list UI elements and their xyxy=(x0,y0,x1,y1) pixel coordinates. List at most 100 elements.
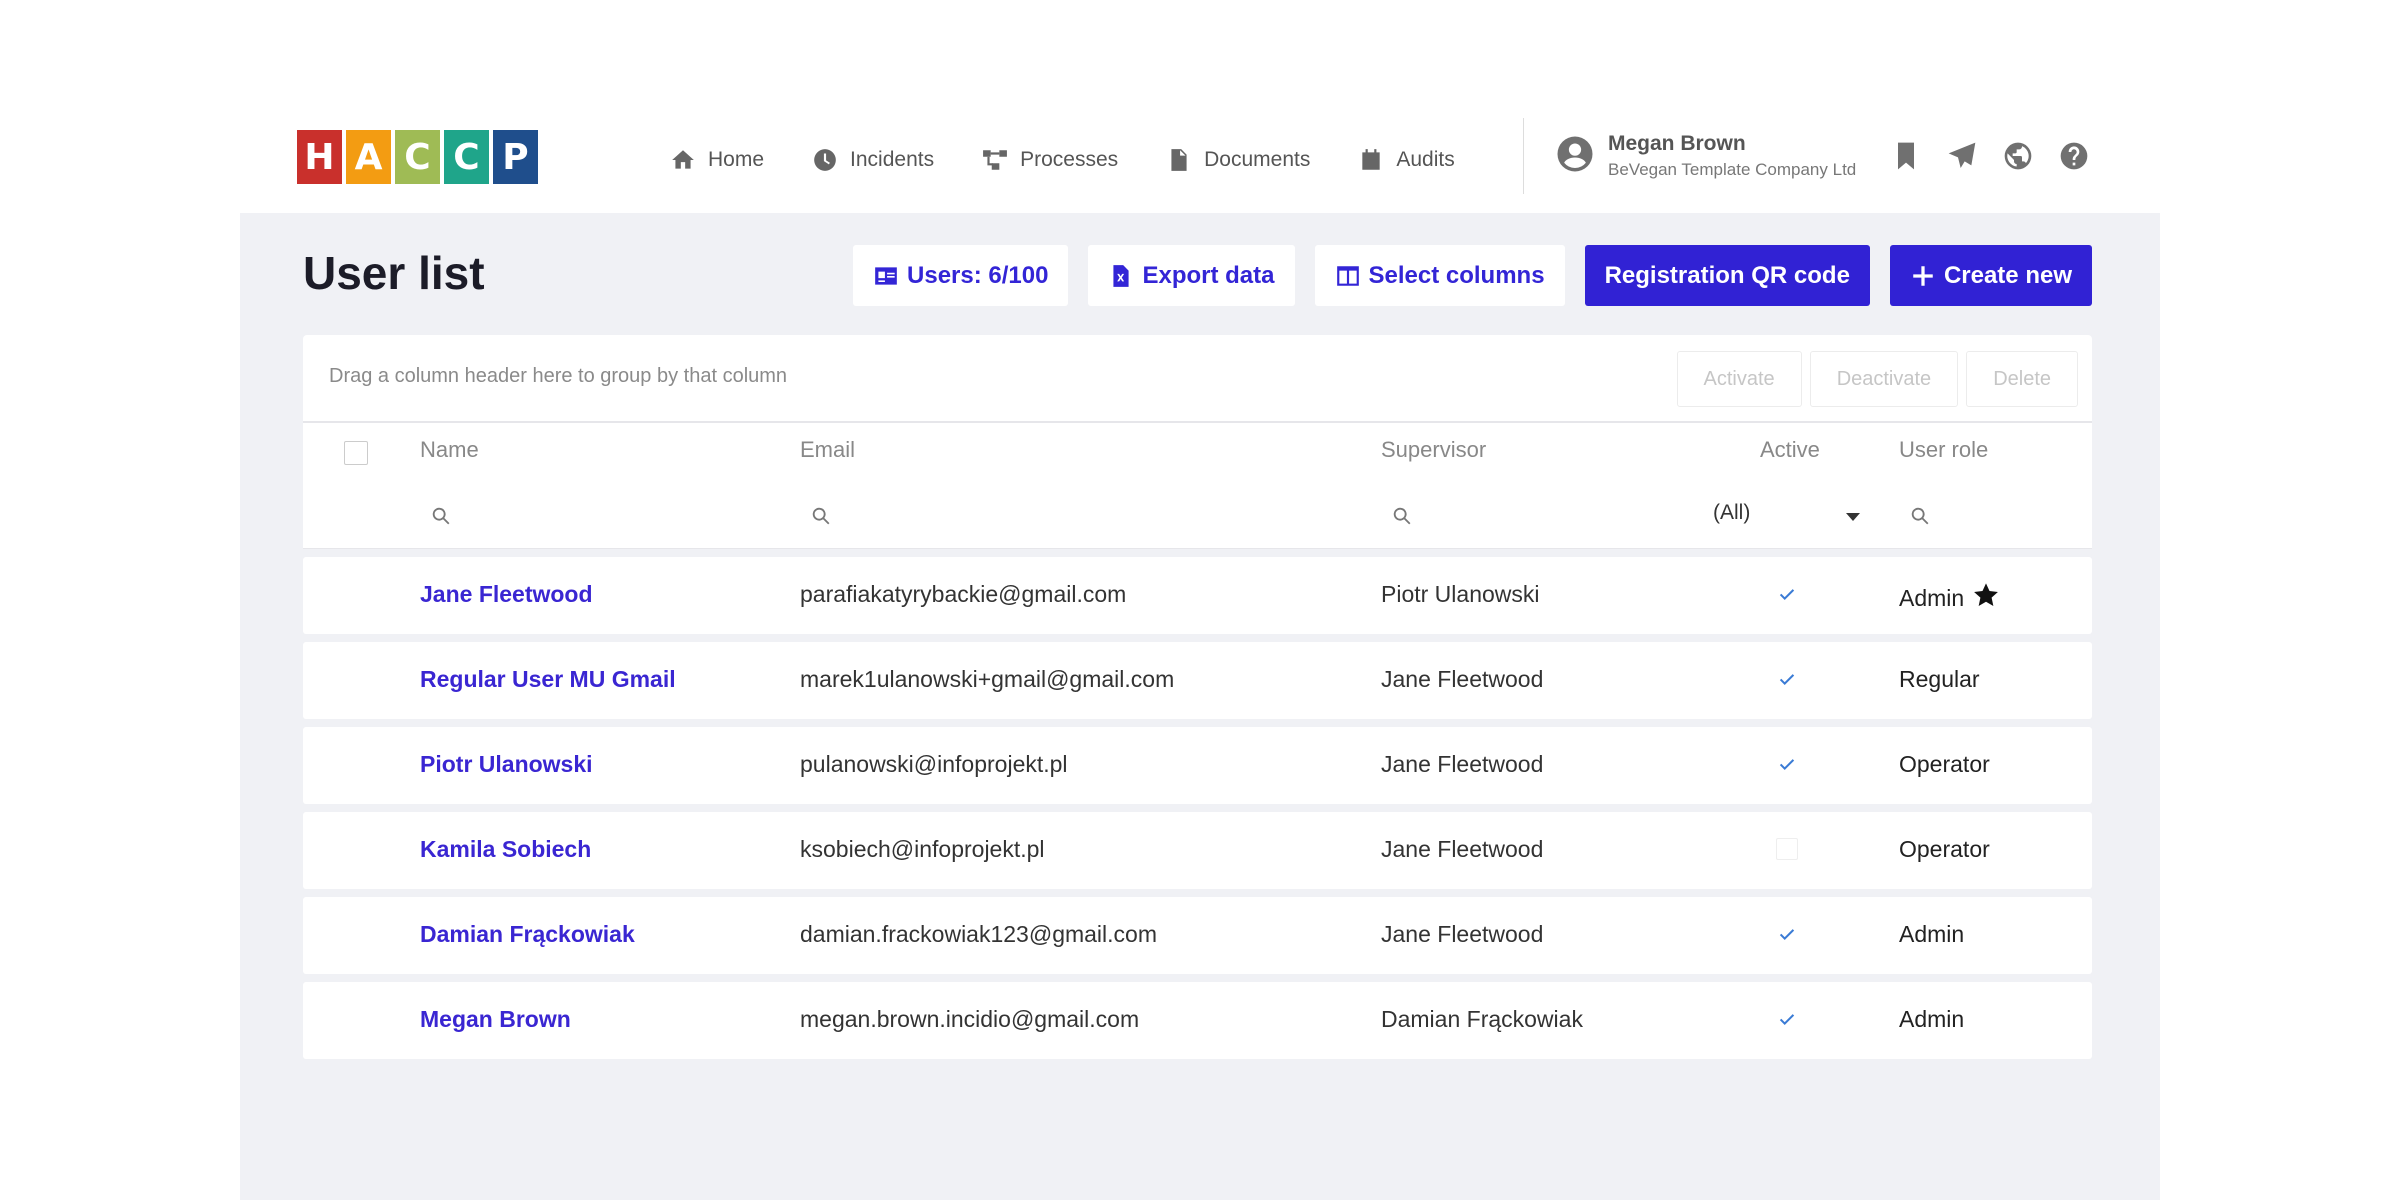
table-row[interactable]: Jane Fleetwood parafiakatyrybackie@gmail… xyxy=(303,557,2092,634)
nav-label: Audits xyxy=(1396,148,1455,171)
page-toolbar: Users: 6/100 Export data Select columns … xyxy=(853,245,2092,306)
group-hint: Drag a column header here to group by th… xyxy=(329,365,788,387)
user-name-link[interactable]: Megan Brown xyxy=(420,1006,571,1033)
user-role-label: Admin xyxy=(1899,584,1965,611)
nav-item-documents[interactable]: Documents xyxy=(1166,147,1310,173)
logo-tile: P xyxy=(493,130,538,184)
table-row[interactable]: Piotr Ulanowski pulanowski@infoprojekt.p… xyxy=(303,727,2092,804)
content-panel: User list Users: 6/100 Export data Selec… xyxy=(240,213,2160,1200)
user-supervisor: Piotr Ulanowski xyxy=(1381,581,1540,607)
active-check-icon xyxy=(1776,1008,1798,1030)
user-role-label: Regular xyxy=(1899,666,1980,692)
select-columns-label: Select columns xyxy=(1368,261,1545,289)
user-role-label: Admin xyxy=(1899,921,1965,947)
user-name-link[interactable]: Piotr Ulanowski xyxy=(420,751,593,778)
plus-icon xyxy=(1913,265,1933,286)
home-icon xyxy=(672,150,694,169)
active-check-icon xyxy=(1776,668,1798,690)
table-row[interactable]: Kamila Sobiech ksobiech@infoprojekt.pl J… xyxy=(303,812,2092,889)
column-header-role[interactable]: User role xyxy=(1899,437,1988,463)
chevron-down-icon[interactable] xyxy=(1846,513,1860,521)
user-email: ksobiech@infoprojekt.pl xyxy=(800,836,1045,862)
nav-item-home[interactable]: Home xyxy=(670,147,764,173)
table-row[interactable]: Damian Frąckowiak damian.frackowiak123@g… xyxy=(303,897,2092,974)
nav-label: Incidents xyxy=(850,148,935,171)
export-data-button[interactable]: Export data xyxy=(1088,245,1295,306)
user-supervisor: Jane Fleetwood xyxy=(1381,666,1544,692)
group-panel[interactable]: Drag a column header here to group by th… xyxy=(303,335,2092,423)
star-icon xyxy=(1972,581,2000,615)
nav-item-incidents[interactable]: Incidents xyxy=(812,147,934,173)
user-role: Operator xyxy=(1899,751,1990,778)
user-supervisor: Jane Fleetwood xyxy=(1381,921,1544,947)
column-header-active[interactable]: Active xyxy=(1760,437,1820,463)
users-count-button[interactable]: Users: 6/100 xyxy=(853,245,1069,306)
column-header-name[interactable]: Name xyxy=(420,437,479,463)
activate-button[interactable]: Activate xyxy=(1676,351,1802,407)
user-role: Admin xyxy=(1899,581,2000,615)
excel-file-icon xyxy=(1113,264,1130,287)
process-icon xyxy=(983,150,1008,170)
table-row[interactable]: Megan Brown megan.brown.incidio@gmail.co… xyxy=(303,982,2092,1059)
user-company: BeVegan Template Company Ltd xyxy=(1608,160,1857,179)
user-menu[interactable]: Megan Brown BeVegan Template Company Ltd xyxy=(1554,132,1856,180)
logo-tile: A xyxy=(346,130,391,184)
user-name-link[interactable]: Regular User MU Gmail xyxy=(420,666,676,693)
table-row[interactable]: Regular User MU Gmail marek1ulanowski+gm… xyxy=(303,642,2092,719)
nav-item-audits[interactable]: Audits xyxy=(1358,147,1455,173)
user-email: parafiakatyrybackie@gmail.com xyxy=(800,581,1127,607)
bookmark-icon[interactable] xyxy=(1890,140,1922,172)
clock-icon xyxy=(814,149,836,171)
deactivate-button[interactable]: Deactivate xyxy=(1809,351,1959,407)
select-columns-button[interactable]: Select columns xyxy=(1314,245,1565,306)
logo-tile: C xyxy=(395,130,440,184)
user-info: Megan Brown BeVegan Template Company Ltd xyxy=(1608,132,1856,180)
inactive-checkbox xyxy=(1776,838,1798,860)
haccp-logo[interactable]: H A C C P xyxy=(297,130,538,184)
user-name-link[interactable]: Damian Frąckowiak xyxy=(420,921,635,948)
active-check-icon xyxy=(1776,583,1798,605)
user-role-label: Operator xyxy=(1899,836,1990,862)
help-icon[interactable] xyxy=(2058,140,2090,172)
document-icon xyxy=(1171,149,1187,171)
avatar xyxy=(1554,133,1596,180)
user-role-label: Admin xyxy=(1899,1006,1965,1032)
export-data-label: Export data xyxy=(1142,261,1275,289)
create-new-button[interactable]: Create new xyxy=(1889,245,2092,306)
supervisor-filter-search-icon[interactable] xyxy=(1391,505,1413,527)
bulk-actions: Activate Deactivate Delete xyxy=(1676,351,2078,407)
paper-plane-icon[interactable] xyxy=(1946,140,1978,172)
globe-icon[interactable] xyxy=(2002,140,2034,172)
user-role-label: Operator xyxy=(1899,751,1990,777)
user-grid: Drag a column header here to group by th… xyxy=(303,335,2092,1059)
id-card-icon xyxy=(875,266,897,285)
role-filter-search-icon[interactable] xyxy=(1909,505,1931,527)
column-header-email[interactable]: Email xyxy=(800,437,855,463)
user-role: Admin xyxy=(1899,1006,1964,1033)
nav-label: Documents xyxy=(1204,148,1311,171)
registration-qr-button[interactable]: Registration QR code xyxy=(1584,245,1870,306)
user-email: damian.frackowiak123@gmail.com xyxy=(800,921,1157,947)
user-name-link[interactable]: Kamila Sobiech xyxy=(420,836,591,863)
user-role: Regular xyxy=(1899,666,1980,693)
nav-divider xyxy=(1523,118,1524,194)
user-circle-icon xyxy=(1557,136,1593,171)
users-count-label: Users: 6/100 xyxy=(907,261,1049,289)
column-header-supervisor[interactable]: Supervisor xyxy=(1381,437,1486,463)
select-all-checkbox[interactable] xyxy=(344,441,368,465)
user-name-link[interactable]: Jane Fleetwood xyxy=(420,581,593,608)
name-filter-search-icon[interactable] xyxy=(430,505,452,527)
user-role: Admin xyxy=(1899,921,1964,948)
delete-button[interactable]: Delete xyxy=(1966,351,2078,407)
email-filter-search-icon[interactable] xyxy=(810,505,832,527)
user-email: megan.brown.incidio@gmail.com xyxy=(800,1006,1140,1032)
nav-label: Processes xyxy=(1020,148,1119,171)
nav-item-processes[interactable]: Processes xyxy=(982,147,1118,173)
top-navigation: H A C C P Home Incidents Processes Docum… xyxy=(240,118,2160,214)
nav-label: Home xyxy=(708,148,765,171)
grid-header: Name Email Supervisor Active User role (… xyxy=(303,423,2092,549)
main-nav: Home Incidents Processes Documents Audit… xyxy=(670,140,1503,180)
user-supervisor: Jane Fleetwood xyxy=(1381,836,1544,862)
columns-icon xyxy=(1336,265,1359,286)
active-filter-select[interactable]: (All) xyxy=(1713,501,1750,525)
